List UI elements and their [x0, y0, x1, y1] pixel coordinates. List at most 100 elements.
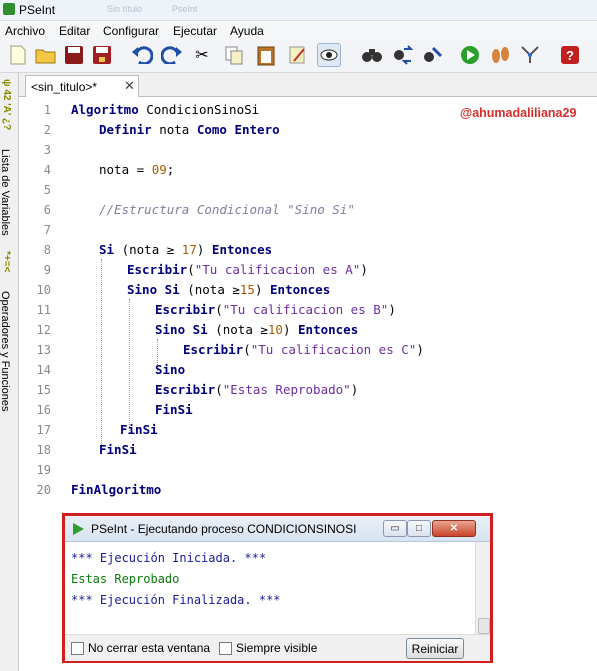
binoculars-icon[interactable]	[360, 43, 384, 67]
undo-icon[interactable]	[130, 43, 154, 67]
operators-symbols: *+=<	[1, 251, 12, 273]
line-gutter: 1 2 3 4 5 6 7 8 9 10 11 12 13 14 15 16 1…	[19, 97, 61, 517]
scrollbar-thumb[interactable]	[478, 618, 490, 634]
line-number: 2	[43, 123, 51, 137]
ghost-title-2: PseInt	[172, 4, 198, 14]
line-number: 7	[43, 223, 51, 237]
line-number: 16	[36, 403, 51, 417]
tools-icon[interactable]	[420, 43, 444, 67]
line-number: 9	[43, 263, 51, 277]
maximize-button[interactable]: □	[407, 520, 431, 537]
pseint-app-icon	[3, 3, 15, 15]
tab-sin-titulo[interactable]: <sin_titulo>* ✕	[25, 75, 139, 97]
code-line-15: Escribir("Estas Reprobado")	[155, 382, 359, 397]
code-line-6: //Estructura Condicional "Sino Si"	[99, 202, 355, 217]
tab-label: <sin_titulo>*	[31, 80, 98, 94]
line-number: 14	[36, 363, 51, 377]
code-line-14: Sino	[155, 362, 186, 377]
code-line-12: Sino Si (nota ≥10) Entonces	[155, 322, 359, 337]
reiniciar-button[interactable]: Reiniciar	[406, 638, 464, 659]
console-line: Estas Reprobado	[71, 572, 180, 586]
flowchart-icon[interactable]	[518, 43, 542, 67]
title-bar: PSeInt Sin título PseInt	[0, 0, 597, 21]
help-icon[interactable]: ?	[558, 43, 582, 67]
checkbox-box[interactable]	[71, 641, 84, 655]
code-line-9: Escribir("Tu calificacion es A")	[127, 262, 368, 277]
console-scrollbar[interactable]	[475, 542, 490, 634]
line-number: 5	[43, 183, 51, 197]
replace-icon[interactable]	[390, 43, 414, 67]
code-line-10: Sino Si (nota ≥15) Entonces	[127, 282, 331, 297]
siempre-visible-label: Siempre visible	[236, 641, 318, 655]
paste-icon[interactable]	[254, 43, 278, 67]
line-number: 13	[36, 343, 51, 357]
line-number: 15	[36, 383, 51, 397]
eye-icon[interactable]	[317, 43, 341, 67]
window-title: PSeInt	[19, 3, 56, 17]
redo-icon[interactable]	[160, 43, 184, 67]
code-line-11: Escribir("Tu calificacion es B")	[155, 302, 396, 317]
step-icon[interactable]	[488, 43, 512, 67]
indent-guide	[129, 299, 130, 433]
code-line-4: nota = 09;	[99, 162, 175, 177]
checkbox-box[interactable]	[219, 641, 232, 655]
line-number: 10	[36, 283, 51, 297]
menu-bar: Archivo Editar Configurar Ejecutar Ayuda	[0, 21, 597, 40]
svg-text:?: ?	[566, 48, 574, 63]
line-number: 12	[36, 323, 51, 337]
open-folder-icon[interactable]	[34, 43, 58, 67]
menu-ejecutar[interactable]: Ejecutar	[173, 24, 217, 38]
run-icon[interactable]	[458, 43, 482, 67]
new-file-icon[interactable]	[6, 43, 30, 67]
close-button[interactable]: ✕	[432, 520, 476, 537]
save-as-icon[interactable]	[90, 43, 114, 67]
line-number: 19	[36, 463, 51, 477]
no-cerrar-label: No cerrar esta ventana	[88, 641, 211, 655]
watermark-handle: @ahumadaliliana29	[460, 106, 577, 120]
ghost-title-1: Sin título	[107, 4, 143, 14]
code-line-17: FinSi	[120, 422, 158, 437]
line-number: 11	[36, 303, 51, 317]
console-title: PSeInt - Ejecutando proceso CONDICIONSIN…	[91, 522, 357, 536]
side-panel: ψ 42 'A' ¿? Lista de Variables *+=< Oper…	[0, 73, 19, 671]
siempre-visible-checkbox[interactable]: Siempre visible	[219, 641, 317, 655]
run-icon	[73, 523, 84, 535]
code-line-13: Escribir("Tu calificacion es C")	[183, 342, 424, 357]
tab-close-icon[interactable]: ✕	[124, 78, 135, 94]
code-line-1: Algoritmo CondicionSinoSi	[71, 102, 260, 117]
line-number: 18	[36, 443, 51, 457]
minimize-button[interactable]: ▭	[383, 520, 407, 537]
tab-strip: <sin_titulo>* ✕	[19, 73, 597, 97]
copy-icon[interactable]	[222, 43, 246, 67]
toolbar: ✂ ?	[0, 40, 597, 73]
code-editor[interactable]: 1 2 3 4 5 6 7 8 9 10 11 12 13 14 15 16 1…	[19, 97, 597, 517]
line-number: 1	[43, 103, 51, 117]
edit-icon[interactable]	[286, 43, 310, 67]
code-line-18: FinSi	[99, 442, 137, 457]
menu-editar[interactable]: Editar	[59, 24, 90, 38]
line-number: 17	[36, 423, 51, 437]
console-line: *** Ejecución Iniciada. ***	[71, 551, 267, 565]
code-line-20: FinAlgoritmo	[71, 482, 162, 497]
console-title-bar[interactable]: PSeInt - Ejecutando proceso CONDICIONSIN…	[65, 516, 490, 542]
line-number: 3	[43, 143, 51, 157]
line-number: 20	[36, 483, 51, 497]
code-line-16: FinSi	[155, 402, 193, 417]
operators-functions-tab[interactable]: Operadores y Funciones	[0, 291, 11, 411]
no-cerrar-checkbox[interactable]: No cerrar esta ventana	[71, 641, 210, 655]
line-number: 4	[43, 163, 51, 177]
line-number: 6	[43, 203, 51, 217]
menu-archivo[interactable]: Archivo	[5, 24, 45, 38]
indent-guide	[101, 259, 102, 453]
line-number: 8	[43, 243, 51, 257]
variables-symbols: ψ 42 'A' ¿?	[1, 79, 12, 131]
variables-list-tab[interactable]: Lista de Variables	[0, 149, 11, 236]
code-line-2: Definir nota Como Entero	[99, 122, 280, 137]
console-output: *** Ejecución Iniciada. *** Estas Reprob…	[65, 542, 475, 634]
console-footer: No cerrar esta ventana Siempre visible R…	[65, 634, 490, 661]
console-line: *** Ejecución Finalizada. ***	[71, 593, 281, 607]
save-icon[interactable]	[62, 43, 86, 67]
menu-configurar[interactable]: Configurar	[103, 24, 159, 38]
cut-icon[interactable]: ✂	[190, 43, 214, 67]
menu-ayuda[interactable]: Ayuda	[230, 24, 264, 38]
